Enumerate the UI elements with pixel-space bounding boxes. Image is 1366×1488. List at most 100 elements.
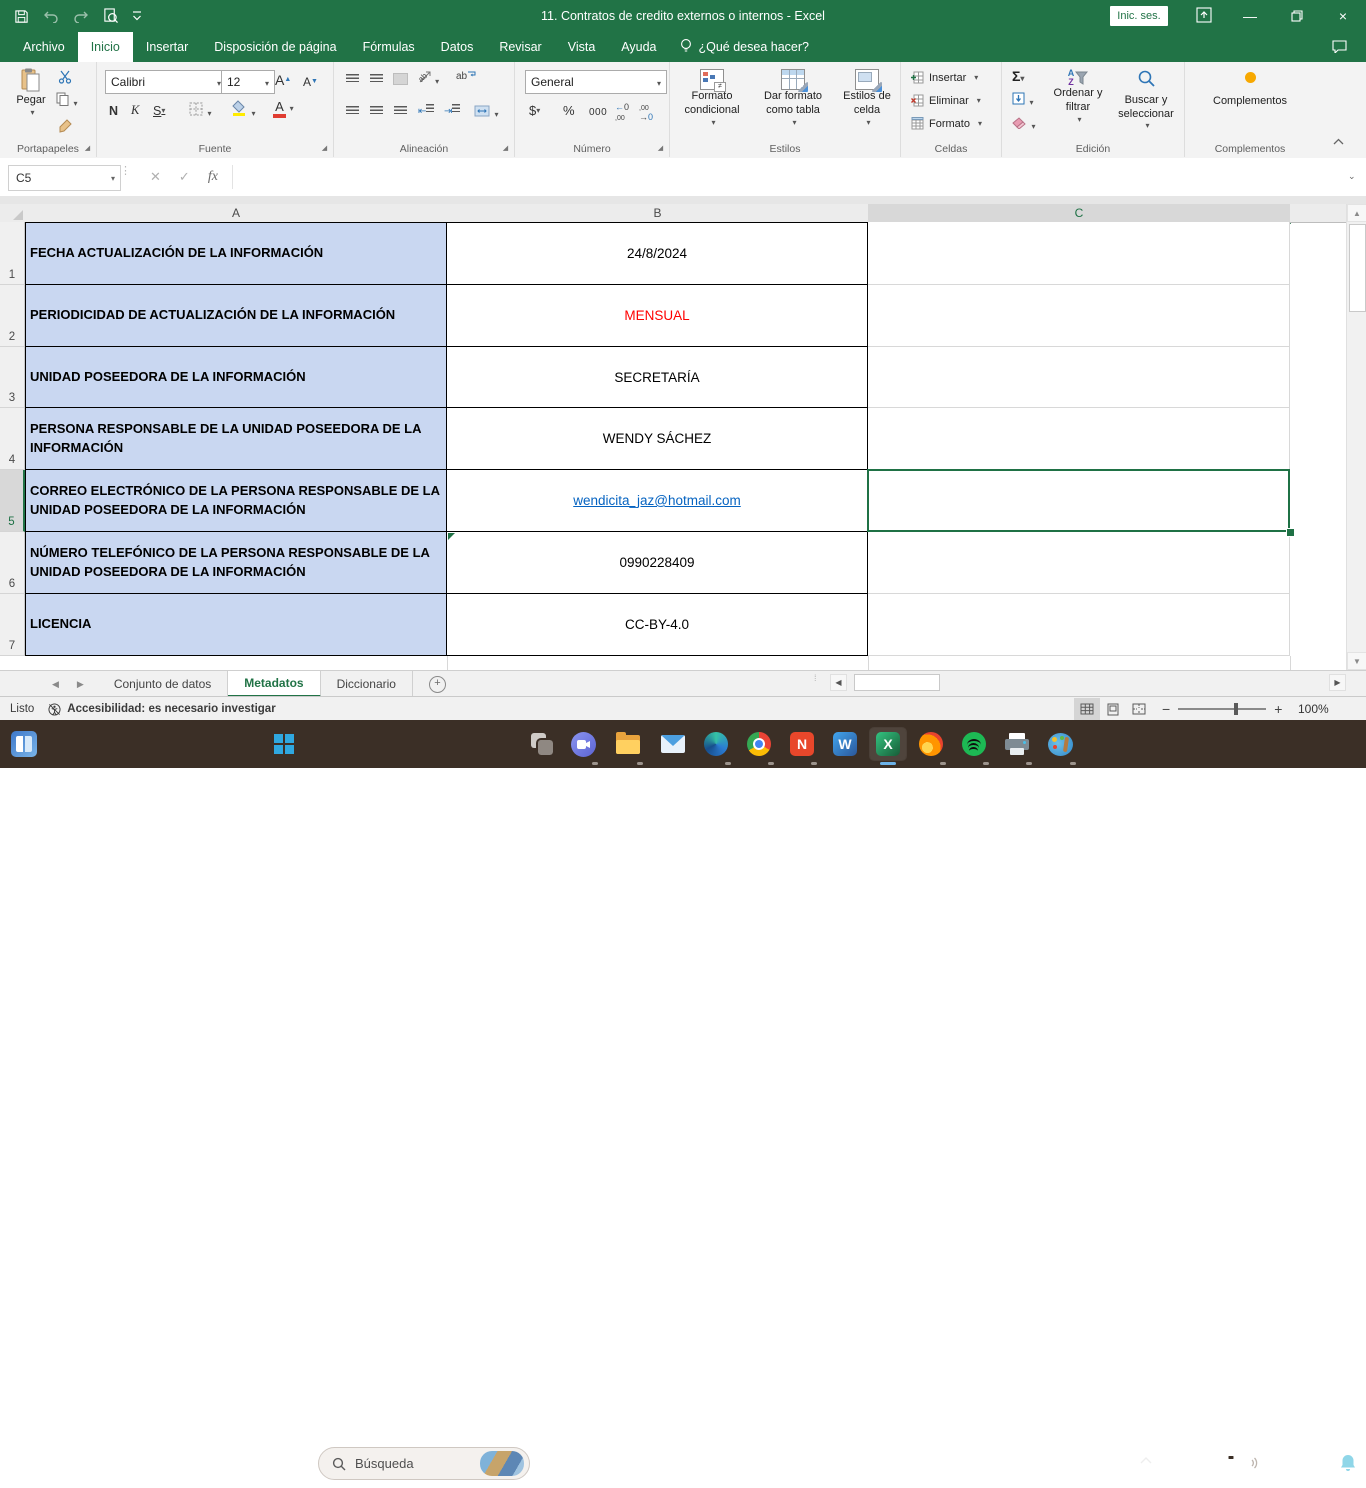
align-right-icon[interactable] [394, 106, 407, 116]
font-color-button[interactable]: A [273, 99, 294, 118]
zoom-out-icon[interactable]: − [1162, 701, 1170, 717]
restore-button[interactable] [1274, 0, 1320, 32]
wrap-text-button[interactable]: ab [456, 70, 477, 82]
task-view-icon[interactable] [526, 728, 558, 760]
tab-disposicion[interactable]: Disposición de página [201, 32, 349, 62]
close-button[interactable]: × [1320, 0, 1366, 32]
tray-expand-icon[interactable] [1140, 1455, 1152, 1467]
comment-icon[interactable] [1332, 40, 1347, 58]
sheet-nav-right-icon[interactable]: ▶ [77, 679, 84, 690]
number-dialog-launcher[interactable]: ◢ [656, 144, 665, 153]
cancel-entry-icon[interactable]: ✕ [150, 169, 161, 185]
start-button[interactable] [268, 728, 300, 760]
edge-icon[interactable] [700, 728, 732, 760]
notification-bell-icon[interactable] [1340, 1454, 1356, 1477]
autosum-button[interactable]: Σ [1012, 68, 1024, 84]
tab-formulas[interactable]: Fórmulas [350, 32, 428, 62]
align-bottom-icon[interactable] [394, 74, 407, 84]
cell-a6[interactable]: NÚMERO TELEFÓNICO DE LA PERSONA RESPONSA… [25, 532, 447, 594]
column-header-partial[interactable] [1290, 204, 1347, 223]
row-header-2[interactable]: 2 [0, 285, 25, 347]
zoom-in-icon[interactable]: + [1274, 701, 1282, 717]
save-icon[interactable] [14, 9, 29, 24]
column-header-c[interactable]: C [868, 204, 1291, 224]
scroll-down-icon[interactable]: ▼ [1347, 652, 1366, 670]
font-dialog-launcher[interactable]: ◢ [320, 144, 329, 153]
currency-button[interactable]: $ [525, 100, 544, 121]
alignment-dialog-launcher[interactable]: ◢ [501, 144, 510, 153]
orientation-button[interactable]: ab [418, 70, 439, 87]
sign-in-button[interactable]: Inic. ses. [1110, 6, 1168, 26]
new-sheet-button[interactable]: + [413, 671, 462, 697]
fill-handle[interactable] [1286, 528, 1295, 537]
email-hyperlink[interactable]: wendicita_jaz@hotmail.com [573, 493, 741, 508]
scroll-left-icon[interactable]: ◀ [830, 674, 847, 691]
confirm-entry-icon[interactable]: ✓ [179, 169, 190, 185]
column-header-b[interactable]: B [447, 204, 869, 223]
scroll-up-icon[interactable]: ▲ [1347, 204, 1366, 222]
cell-c3[interactable] [868, 347, 1290, 408]
language-indicator[interactable]: ESP LAA [1170, 1447, 1191, 1480]
insert-cells-button[interactable]: Insertar [911, 71, 978, 84]
formula-input[interactable] [248, 165, 1340, 189]
align-middle-icon[interactable] [370, 74, 383, 84]
percent-button[interactable]: % [559, 100, 579, 121]
search-box[interactable]: Búsqueda [318, 1447, 530, 1480]
sheet-tab-conjunto[interactable]: Conjunto de datos [98, 671, 228, 697]
conditional-formatting-button[interactable]: ≠ Formato condicional [676, 69, 748, 128]
tab-revisar[interactable]: Revisar [486, 32, 554, 62]
tab-archivo[interactable]: Archivo [10, 32, 78, 62]
merge-center-button[interactable] [474, 104, 498, 122]
cell-c2[interactable] [868, 285, 1290, 347]
sheet-nav-left-icon[interactable]: ◀ [52, 679, 59, 690]
align-top-icon[interactable] [346, 74, 359, 84]
cell-styles-button[interactable]: Estilos de celda [836, 69, 898, 128]
collapse-ribbon-icon[interactable] [1333, 132, 1344, 150]
word-icon[interactable]: W [829, 728, 861, 760]
cell-b2[interactable]: MENSUAL [447, 285, 868, 347]
page-break-view-icon[interactable] [1126, 698, 1152, 720]
bold-button[interactable]: N [105, 100, 122, 121]
addins-button[interactable]: Complementos [1209, 72, 1291, 109]
tab-inicio[interactable]: Inicio [78, 32, 133, 62]
cast-display-icon[interactable] [1216, 1455, 1236, 1477]
zoom-slider[interactable] [1178, 708, 1266, 710]
thousands-button[interactable]: 000 [585, 102, 611, 123]
paint-icon[interactable] [1044, 728, 1076, 760]
ribbon-display-options-icon[interactable] [1196, 7, 1212, 28]
decrease-decimal-button[interactable]: ,00→0 [639, 102, 653, 122]
vertical-scroll-thumb[interactable] [1349, 224, 1366, 312]
clock[interactable]: 16:27 24/1/2024 [1262, 1447, 1330, 1481]
spotify-icon[interactable] [958, 728, 990, 760]
row-header-5[interactable]: 5 [0, 470, 25, 532]
cell-c1[interactable] [868, 222, 1290, 285]
horizontal-scroll-thumb[interactable] [854, 674, 940, 691]
cell-a2[interactable]: PERIODICIDAD DE ACTUALIZACIÓN DE LA INFO… [25, 285, 447, 347]
sheet-tab-diccionario[interactable]: Diccionario [321, 671, 413, 697]
mail-icon[interactable] [657, 728, 689, 760]
paste-button[interactable]: Pegar [8, 68, 54, 118]
sort-filter-button[interactable]: AZ Ordenar y filtrar [1046, 69, 1110, 125]
cell-a7[interactable]: LICENCIA [25, 594, 447, 656]
increase-indent-icon[interactable]: ⇥ [444, 104, 460, 117]
printer-icon[interactable] [1001, 728, 1033, 760]
tab-insertar[interactable]: Insertar [133, 32, 201, 62]
widgets-icon[interactable] [8, 728, 40, 760]
clipboard-dialog-launcher[interactable]: ◢ [83, 144, 92, 153]
expand-formula-bar-icon[interactable]: ⌄ [1348, 171, 1356, 182]
format-painter-button[interactable] [58, 118, 73, 138]
zoom-percentage[interactable]: 100% [1298, 697, 1329, 721]
scrollbar-resize-handle[interactable]: ⁞ [814, 676, 817, 680]
firefox-icon[interactable] [915, 728, 947, 760]
format-as-table-button[interactable]: Dar formato como tabla [752, 69, 834, 128]
minimize-button[interactable]: — [1227, 0, 1273, 32]
pdf-app-icon[interactable]: N [786, 728, 818, 760]
row-header-4[interactable]: 4 [0, 408, 25, 470]
delete-cells-button[interactable]: Eliminar [911, 94, 981, 107]
cell-b1[interactable]: 24/8/2024 [447, 222, 868, 285]
redo-icon[interactable] [73, 9, 89, 23]
cut-button[interactable] [58, 70, 72, 89]
cell-a5[interactable]: CORREO ELECTRÓNICO DE LA PERSONA RESPONS… [25, 470, 447, 532]
undo-icon[interactable] [43, 9, 59, 23]
increase-font-button[interactable]: A▲ [271, 69, 295, 90]
